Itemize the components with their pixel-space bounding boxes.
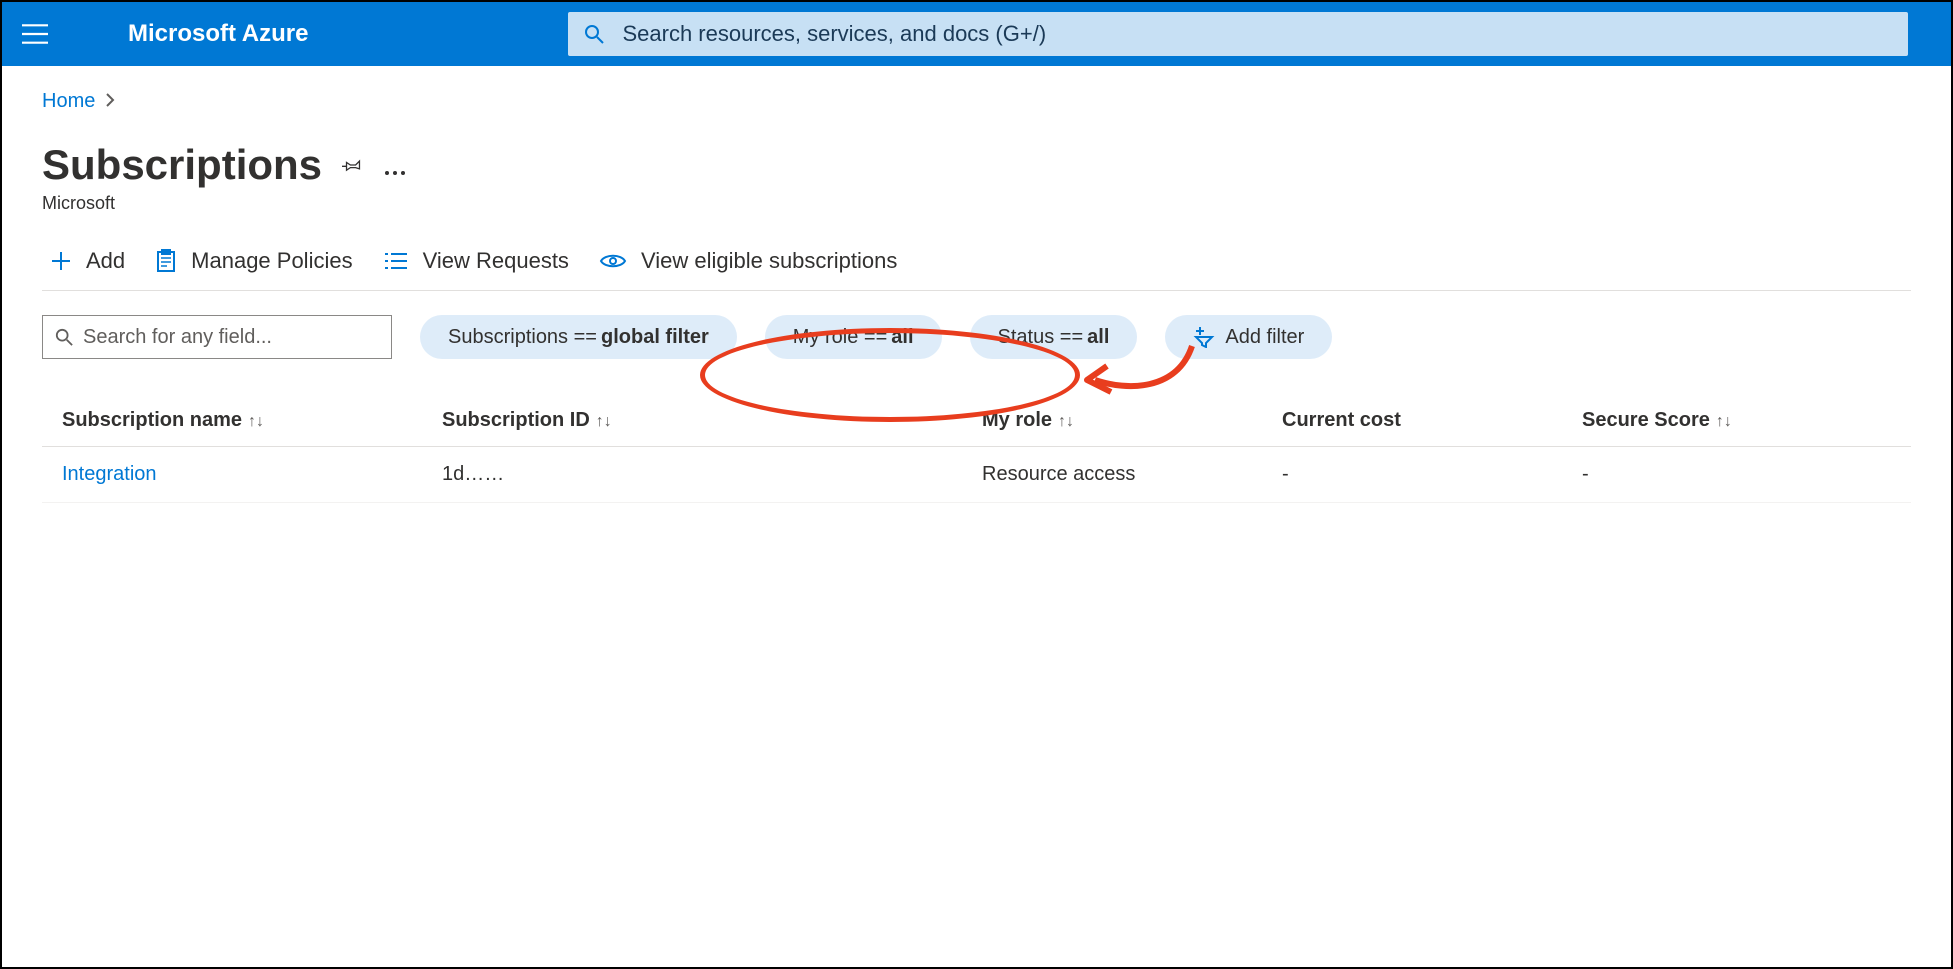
col-score-label: Secure Score (1582, 409, 1710, 431)
manage-policies-label: Manage Policies (191, 248, 352, 274)
filter-subs-value: global filter (601, 326, 709, 349)
cell-role: Resource access (962, 447, 1262, 503)
field-search[interactable] (42, 315, 392, 359)
eye-icon (599, 252, 627, 270)
content: Home Subscriptions Microsoft Add Manage … (2, 66, 1951, 503)
add-filter-button[interactable]: Add filter (1165, 315, 1332, 359)
pin-icon[interactable] (342, 154, 364, 181)
plus-icon (50, 250, 72, 272)
add-filter-icon (1193, 326, 1215, 348)
filter-status-value: all (1087, 326, 1109, 349)
page-subtitle: Microsoft (42, 193, 1911, 214)
add-filter-label: Add filter (1225, 326, 1304, 349)
chevron-right-icon (105, 90, 115, 113)
col-score[interactable]: Secure Score ↑↓ (1562, 395, 1911, 447)
breadcrumb: Home (42, 90, 1911, 113)
global-search[interactable] (568, 12, 1908, 56)
cell-score: - (1562, 447, 1911, 503)
manage-policies-button[interactable]: Manage Policies (155, 248, 352, 274)
add-button[interactable]: Add (50, 248, 125, 274)
cell-id: 1d…… (422, 447, 962, 503)
col-name-label: Subscription name (62, 409, 242, 431)
toolbar: Add Manage Policies View Requests View e… (42, 248, 1911, 291)
subscriptions-table: Subscription name ↑↓ Subscription ID ↑↓ My… (42, 395, 1911, 503)
col-id[interactable]: Subscription ID ↑↓ (422, 395, 962, 447)
view-requests-label: View Requests (423, 248, 569, 274)
filter-role-label: My role == (793, 326, 887, 349)
col-id-label: Subscription ID (442, 409, 590, 431)
cell-cost: - (1262, 447, 1562, 503)
brand-label: Microsoft Azure (128, 20, 308, 48)
hamburger-icon[interactable] (22, 24, 48, 44)
col-cost-label: Current cost (1282, 409, 1401, 431)
filter-subs-label: Subscriptions == (448, 326, 597, 349)
search-icon (584, 24, 604, 44)
table-row: Integration 1d…… Resource access - - (42, 447, 1911, 503)
sort-icon: ↑↓ (596, 413, 612, 430)
view-requests-button[interactable]: View Requests (383, 248, 569, 274)
col-role[interactable]: My role ↑↓ (962, 395, 1262, 447)
clipboard-icon (155, 249, 177, 273)
col-cost[interactable]: Current cost (1262, 395, 1562, 447)
add-label: Add (86, 248, 125, 274)
breadcrumb-home[interactable]: Home (42, 90, 95, 113)
list-icon (383, 251, 409, 271)
col-name[interactable]: Subscription name ↑↓ (42, 395, 422, 447)
search-icon (55, 328, 73, 346)
filter-status[interactable]: Status == all (970, 315, 1138, 359)
view-eligible-label: View eligible subscriptions (641, 248, 897, 274)
subscription-link[interactable]: Integration (62, 463, 157, 485)
sort-icon: ↑↓ (1058, 413, 1074, 430)
filter-subscriptions[interactable]: Subscriptions == global filter (420, 315, 737, 359)
topbar: Microsoft Azure (2, 2, 1951, 66)
page-header: Subscriptions (42, 141, 1911, 189)
filter-role[interactable]: My role == all (765, 315, 942, 359)
sort-icon: ↑↓ (248, 413, 264, 430)
filter-role-value: all (891, 326, 913, 349)
field-search-input[interactable] (83, 326, 379, 349)
more-icon[interactable] (384, 160, 406, 181)
col-role-label: My role (982, 409, 1052, 431)
page-title: Subscriptions (42, 141, 322, 189)
filters-row: Subscriptions == global filter My role =… (42, 315, 1911, 359)
filter-status-label: Status == (998, 326, 1084, 349)
global-search-input[interactable] (604, 21, 1892, 47)
sort-icon: ↑↓ (1716, 413, 1732, 430)
view-eligible-button[interactable]: View eligible subscriptions (599, 248, 897, 274)
